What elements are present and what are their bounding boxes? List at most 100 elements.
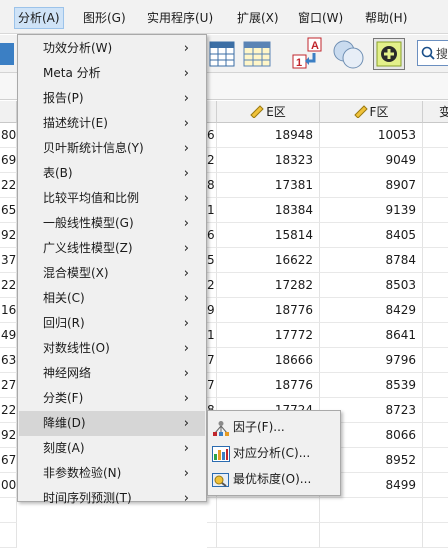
table-cell-a[interactable]: 800 [0, 123, 24, 148]
table-cell-a[interactable]: 679 [0, 448, 24, 473]
menu-help[interactable]: 帮助(H) [365, 8, 407, 28]
table-cell-var[interactable] [423, 523, 448, 548]
variable-grid-icon[interactable] [243, 41, 271, 70]
table-cell-b[interactable]: 6 [207, 223, 217, 248]
table-cell-e[interactable]: 18666 [217, 348, 320, 373]
table-cell-a[interactable]: 229 [0, 273, 24, 298]
analyze-menu-item[interactable]: 表(B) › [19, 161, 205, 186]
table-cell-e[interactable]: 17772 [217, 323, 320, 348]
table-cell-var[interactable] [423, 373, 448, 398]
table-cell-a[interactable]: 229 [0, 173, 24, 198]
analyze-menu-item[interactable]: 相关(C) › [19, 286, 205, 311]
factor-menu-item[interactable]: 因子(F)... [209, 415, 339, 440]
table-cell-f[interactable]: 9139 [320, 198, 423, 223]
table-cell-var[interactable] [423, 473, 448, 498]
table-cell-a[interactable]: 270 [0, 373, 24, 398]
table-cell-e[interactable]: 18323 [217, 148, 320, 173]
analyze-menu-item[interactable]: 对数线性(O) › [19, 336, 205, 361]
analyze-menu-item[interactable]: 报告(P) › [19, 86, 205, 111]
correspondence-analysis-menu-item[interactable]: 对应分析(C)... [209, 441, 339, 466]
value-labels-icon[interactable] [332, 38, 366, 73]
table-cell-f[interactable]: 9049 [320, 148, 423, 173]
table-cell-f[interactable]: 8907 [320, 173, 423, 198]
table-cell-a[interactable]: 229 [0, 398, 24, 423]
table-cell-e[interactable]: 15814 [217, 223, 320, 248]
table-cell-b[interactable]: 2 [207, 273, 217, 298]
table-cell-e[interactable]: 18948 [217, 123, 320, 148]
table-cell-e[interactable]: 18776 [217, 298, 320, 323]
menu-graphs[interactable]: 图形(G) [83, 8, 126, 28]
table-cell-f[interactable]: 8641 [320, 323, 423, 348]
table-cell-var[interactable] [423, 173, 448, 198]
table-cell-e[interactable]: 18776 [217, 373, 320, 398]
table-cell-a[interactable]: 637 [0, 348, 24, 373]
analyze-menu-item[interactable]: 回归(R) › [19, 311, 205, 336]
table-cell-var[interactable] [423, 298, 448, 323]
add-icon[interactable] [373, 38, 405, 73]
analyze-menu-item[interactable]: 神经网络 › [19, 361, 205, 386]
table-cell-b[interactable]: 1 [207, 198, 217, 223]
table-cell-f[interactable]: 8503 [320, 273, 423, 298]
table-cell-var[interactable] [423, 248, 448, 273]
optimal-scaling-menu-item[interactable]: 最优标度(O)... [209, 467, 339, 492]
table-cell-e[interactable] [217, 523, 320, 548]
table-cell-f[interactable]: 9796 [320, 348, 423, 373]
table-cell-a[interactable]: 499 [0, 323, 24, 348]
table-cell-b[interactable]: 8 [207, 173, 217, 198]
column-header-partial-2[interactable] [207, 101, 217, 123]
table-cell-var[interactable] [423, 198, 448, 223]
table-cell-var[interactable] [423, 123, 448, 148]
table-cell-b[interactable]: 7 [207, 373, 217, 398]
column-header-var[interactable]: 变 [423, 101, 448, 123]
analyze-menu-item[interactable]: 时间序列预测(T) › [19, 486, 205, 511]
table-cell-e[interactable]: 16622 [217, 248, 320, 273]
table-cell-var[interactable] [423, 398, 448, 423]
table-cell-a[interactable] [0, 523, 17, 548]
analyze-menu-item[interactable]: 刻度(A) › [19, 436, 205, 461]
table-cell-f[interactable]: 8539 [320, 373, 423, 398]
analyze-menu-item[interactable]: 分类(F) › [19, 386, 205, 411]
table-cell-b[interactable]: 1 [207, 323, 217, 348]
table-cell-f[interactable]: 8784 [320, 248, 423, 273]
data-grid-icon[interactable] [209, 41, 235, 70]
menu-utilities[interactable]: 实用程序(U) [147, 8, 213, 28]
menu-extensions[interactable]: 扩展(X) [237, 8, 279, 28]
analyze-menu-item[interactable]: Meta 分析 › [19, 61, 205, 86]
analyze-menu-item[interactable]: 广义线性模型(Z) › [19, 236, 205, 261]
table-cell-var[interactable] [423, 448, 448, 473]
table-cell-a[interactable]: 168 [0, 298, 24, 323]
table-cell-var[interactable] [423, 423, 448, 448]
table-cell-e[interactable]: 17381 [217, 173, 320, 198]
analyze-menu-item[interactable]: 贝叶斯统计信息(Y) › [19, 136, 205, 161]
table-cell-a[interactable]: 373 [0, 248, 24, 273]
table-cell-b[interactable]: 5 [207, 248, 217, 273]
table-cell-e[interactable]: 17282 [217, 273, 320, 298]
table-cell-f[interactable]: 8405 [320, 223, 423, 248]
table-cell-a[interactable]: 695 [0, 148, 24, 173]
search-input[interactable]: 搜 [417, 40, 448, 66]
table-cell-b[interactable]: 9 [207, 298, 217, 323]
column-header-partial[interactable] [0, 101, 17, 123]
analyze-menu-item[interactable]: 功效分析(W) › [19, 36, 205, 61]
menu-window[interactable]: 窗口(W) [298, 8, 343, 28]
analyze-menu-item[interactable]: 非参数检验(N) › [19, 461, 205, 486]
column-header-f[interactable]: F区 [320, 101, 423, 123]
table-cell-b[interactable]: 6 [207, 123, 217, 148]
table-cell-a[interactable]: 659 [0, 198, 24, 223]
analyze-menu-item[interactable]: 一般线性模型(G) › [19, 211, 205, 236]
analyze-menu-item[interactable]: 混合模型(X) › [19, 261, 205, 286]
table-cell-var[interactable] [423, 348, 448, 373]
table-cell-a[interactable]: 005 [0, 473, 24, 498]
analyze-menu-item[interactable]: 比较平均值和比例 › [19, 186, 205, 211]
table-cell-a[interactable]: 923 [0, 423, 24, 448]
analyze-menu-item[interactable]: 描述统计(E) › [19, 111, 205, 136]
table-cell-var[interactable] [423, 323, 448, 348]
table-cell-var[interactable] [423, 223, 448, 248]
table-cell-f[interactable]: 10053 [320, 123, 423, 148]
table-cell-e[interactable]: 18384 [217, 198, 320, 223]
analyze-menu-item[interactable]: 降维(D) › [19, 411, 205, 436]
table-cell-b[interactable]: 7 [207, 348, 217, 373]
table-cell-b[interactable] [207, 523, 217, 548]
table-cell-a[interactable]: 923 [0, 223, 24, 248]
menu-analyze[interactable]: 分析(A) [14, 7, 64, 29]
